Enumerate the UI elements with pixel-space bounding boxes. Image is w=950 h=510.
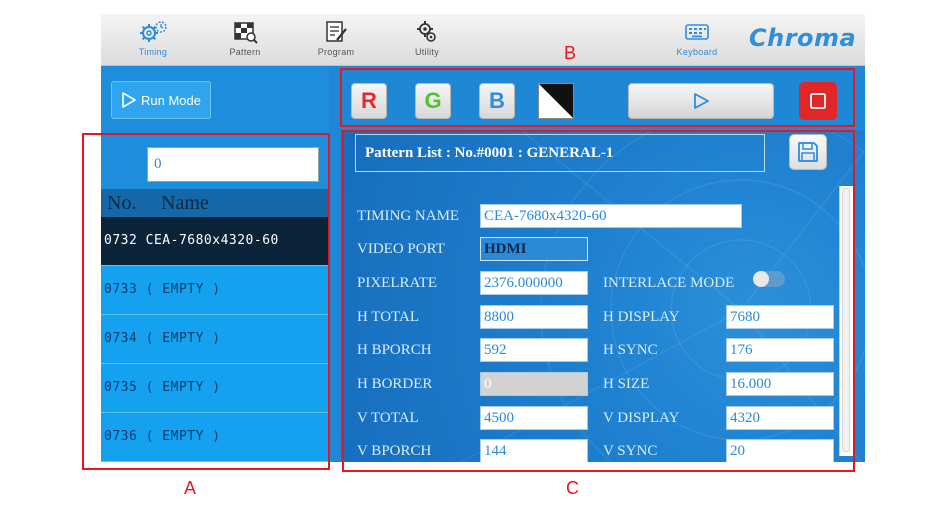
annotation-box-a <box>82 133 330 470</box>
pattern-icon <box>234 22 258 44</box>
utility-gear-icon <box>417 21 436 42</box>
toolbar-label-program: Program <box>317 47 355 57</box>
timing-gear-icon <box>140 21 167 42</box>
top-toolbar: Timing Pattern Program Utility Keyboard … <box>101 14 865 66</box>
toolbar-item-utility[interactable]: Utility <box>395 18 459 62</box>
toolbar-item-keyboard[interactable]: Keyboard <box>665 18 729 62</box>
program-icon <box>326 21 347 42</box>
toolbar-label-utility: Utility <box>414 47 440 57</box>
annotation-label-a: A <box>184 478 197 498</box>
annotation-label-c: C <box>566 478 579 498</box>
annotation-box-b <box>340 68 855 127</box>
toolbar-item-program[interactable]: Program <box>304 18 368 62</box>
toolbar-item-timing[interactable]: Timing <box>121 18 185 62</box>
run-play-icon <box>122 92 136 108</box>
brand-logo: Chroma <box>749 24 857 52</box>
run-mode-label: Run Mode <box>141 92 201 108</box>
annotation-box-c <box>342 130 855 472</box>
toolbar-label-timing: Timing <box>138 47 168 57</box>
toolbar-item-pattern[interactable]: Pattern <box>213 18 277 62</box>
keyboard-icon <box>685 24 709 40</box>
toolbar-label-keyboard: Keyboard <box>676 47 718 57</box>
toolbar-label-pattern: Pattern <box>229 47 261 57</box>
run-mode-button[interactable]: Run Mode <box>111 81 211 119</box>
annotation-label-b: B <box>564 43 577 63</box>
